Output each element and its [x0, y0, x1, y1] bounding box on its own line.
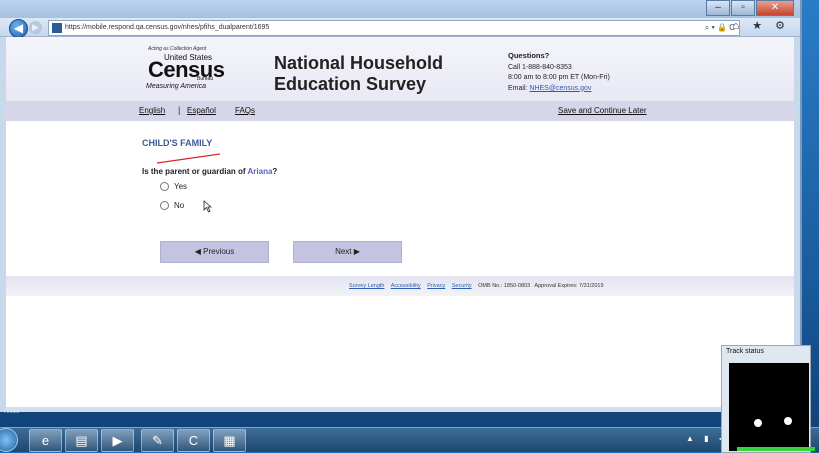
track-status-title: Track status	[726, 348, 764, 355]
option-no[interactable]: No	[160, 201, 184, 210]
privacy-link[interactable]: Privacy	[427, 283, 445, 289]
file-explorer-icon[interactable]: ▤	[65, 429, 98, 452]
back-button[interactable]: ◀	[9, 19, 28, 38]
no-label: No	[174, 201, 185, 210]
accessibility-link[interactable]: Accessibility	[391, 283, 421, 289]
address-url: https://mobile.respond.qa.census.gov/nhe…	[65, 24, 270, 31]
no-radio[interactable]	[160, 201, 169, 210]
english-link[interactable]: English	[139, 106, 165, 115]
tools-icon[interactable]: ✎	[141, 429, 174, 452]
taskbar: e ▤ ▶ ✎ C ▦ ▲ ▮ ◀	[0, 427, 819, 452]
contact-info: Questions? Call 1-888-840-8353 8:00 am t…	[508, 51, 610, 94]
section-title: CHILD'S FAMILY	[142, 138, 213, 148]
footer-links: Survey Length Accessibility Privacy Secu…	[349, 283, 604, 289]
browser-window: – ▫ ✕ ◀ ▶ https://mobile.respond.qa.cens…	[0, 0, 802, 412]
option-yes[interactable]: Yes	[160, 182, 187, 191]
window-controls: – ▫ ✕	[706, 0, 794, 16]
faqs-link[interactable]: FAQs	[235, 106, 255, 115]
browser-navbar: ◀ ▶ https://mobile.respond.qa.census.gov…	[0, 18, 800, 38]
address-bar[interactable]: https://mobile.respond.qa.census.gov/nhe…	[48, 20, 740, 36]
questions-phone: Call 1-888-840-8353	[508, 63, 572, 71]
approval-expires: Approval Expires: 7/31/2019	[534, 283, 604, 289]
yes-label: Yes	[174, 182, 188, 191]
favicon-icon	[52, 23, 62, 33]
track-status-window: Track status	[721, 345, 815, 453]
espanol-link[interactable]: Español	[187, 106, 216, 115]
red-annotation-stroke	[156, 153, 221, 164]
menu-bar: English | Español FAQs Save and Continue…	[6, 101, 794, 121]
app-c-icon[interactable]: C	[177, 429, 210, 452]
question-prefix: Is the parent or guardian of	[142, 167, 248, 176]
next-button[interactable]: Next ▶	[293, 241, 402, 263]
home-favorites-settings-icons[interactable]: ⌂ ★ ⚙	[733, 19, 790, 32]
track-status-bar	[737, 447, 815, 451]
questions-heading: Questions?	[508, 51, 550, 60]
security-link[interactable]: Security	[452, 283, 472, 289]
web-page: Acting as Collection Agent United States…	[6, 37, 794, 407]
question-text: Is the parent or guardian of Ariana?	[142, 167, 277, 176]
window-titlebar: – ▫ ✕	[0, 0, 800, 18]
omb-number: OMB No.: 1850-0803	[478, 283, 531, 289]
save-continue-later-link[interactable]: Save and Continue Later	[558, 106, 647, 115]
site-header: Acting as Collection Agent United States…	[6, 37, 794, 101]
logo-bureau: Bureau	[197, 76, 214, 82]
menu-separator: |	[178, 105, 181, 115]
tracked-dot-right	[784, 417, 792, 425]
tracked-dot-left	[754, 419, 762, 427]
address-tools-icons[interactable]: ⌕ ▾ 🔒 C	[705, 21, 735, 35]
yes-radio[interactable]	[160, 182, 169, 191]
taskbar-app-label: Firefox	[4, 409, 20, 415]
site-footer: Survey Length Accessibility Privacy Secu…	[6, 276, 794, 296]
survey-title: National Household Education Survey	[274, 53, 444, 94]
close-button[interactable]: ✕	[756, 0, 794, 16]
maximize-button[interactable]: ▫	[731, 0, 755, 16]
survey-length-link[interactable]: Survey Length	[349, 283, 384, 289]
previous-button[interactable]: ◀ Previous	[160, 241, 269, 263]
mouse-cursor-icon	[203, 200, 212, 213]
forward-button[interactable]: ▶	[29, 21, 42, 34]
browser-status-bar	[6, 407, 794, 412]
folder-clapper-icon[interactable]: ▦	[213, 429, 246, 452]
ie-browser-icon[interactable]: e	[29, 429, 62, 452]
track-status-video	[729, 363, 815, 451]
windows-start-icon[interactable]	[0, 428, 18, 452]
questions-hours: 8:00 am to 8:00 pm ET (Mon-Fri)	[508, 74, 610, 81]
logo-subtitle: Measuring America	[146, 83, 207, 90]
media-player-icon[interactable]: ▶	[101, 429, 134, 452]
question-suffix: ?	[272, 167, 278, 176]
questions-email-label: Email:	[508, 84, 528, 92]
logo-tagline: Acting as Collection Agent	[148, 46, 207, 52]
child-name: Ariana	[247, 167, 273, 176]
email-link[interactable]: NHES@census.gov	[529, 85, 591, 92]
minimize-button[interactable]: –	[706, 0, 730, 16]
